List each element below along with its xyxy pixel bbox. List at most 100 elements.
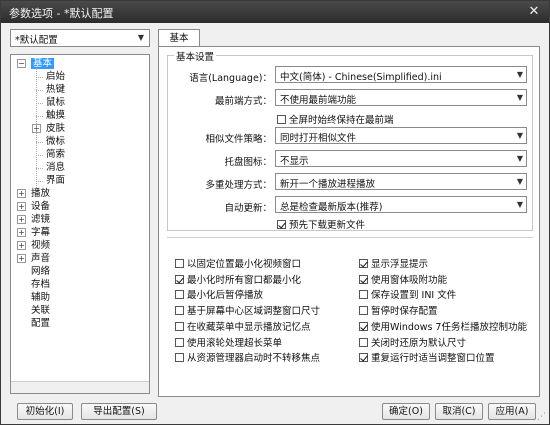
tree-item[interactable]: 鼠标 (46, 96, 65, 109)
option-label: 保存设置到 INI 文件 (371, 290, 457, 302)
apply-button[interactable]: 应用(A) (488, 403, 536, 420)
tree-connector (36, 116, 43, 117)
init-button[interactable]: 初始化(I) (17, 403, 73, 420)
option-checkbox[interactable]: 关闭时还原为默认尺寸 (359, 335, 466, 349)
tree-item-label: 关联 (31, 305, 51, 316)
option-label: 最小化时所有窗口都最小化 (187, 274, 302, 286)
tree-item[interactable]: 播放 (31, 187, 50, 200)
option-checkbox[interactable]: 基于屏幕中心区域调整窗口尺寸 (175, 303, 320, 317)
checkbox-box (277, 220, 286, 229)
tree-item[interactable]: 微标 (46, 135, 65, 148)
tree-item[interactable]: 触摸 (46, 109, 65, 122)
option-checkbox[interactable]: 最小化后暂停播放 (175, 287, 263, 301)
tree-item[interactable]: 声音 (31, 252, 50, 265)
tree-item[interactable]: 辅助 (31, 291, 50, 304)
profile-select[interactable]: *默认配置 ▼ (10, 29, 150, 47)
auto-update-select[interactable]: 总是检查最新版本(推荐) ▼ (275, 196, 527, 213)
expand-icon[interactable]: + (17, 254, 26, 263)
tree-connector (36, 90, 43, 91)
tree-item-label: 消息 (46, 162, 66, 173)
option-checkbox[interactable]: 重复运行时适当调整窗口位置 (359, 350, 495, 364)
chevron-down-icon: ▼ (516, 154, 523, 163)
tree-item[interactable]: 启始 (46, 70, 65, 83)
tab-panel-basic: 基本设置 语言(Language)： 中文(简体) - Chinese(Simp… (158, 46, 540, 397)
tree-item-label: 存档 (31, 279, 51, 290)
multi-process-select[interactable]: 新开一个播放进程播放 ▼ (275, 173, 527, 190)
tree-item[interactable]: 设备 (31, 200, 50, 213)
checkbox-box (277, 115, 286, 124)
tree-horizontal-scrollbar[interactable] (11, 381, 149, 393)
checkbox-box (359, 306, 368, 316)
export-config-button[interactable]: 导出配置(S) (81, 403, 157, 420)
expand-icon[interactable]: + (17, 189, 26, 198)
tray-icon-select-value: 不显示 (280, 156, 309, 167)
resize-grip-icon[interactable]: ⋰ (537, 412, 547, 422)
cancel-button[interactable]: 取消(C) (435, 403, 483, 420)
tree-item[interactable]: 存档 (31, 278, 50, 291)
option-label: 从资源管理器启动时不转移焦点 (187, 353, 321, 365)
tree-item[interactable]: 视频 (31, 239, 50, 252)
tree-connector (36, 77, 43, 78)
tree-item[interactable]: 关联 (31, 304, 50, 317)
basic-settings-group: 基本设置 语言(Language)： 中文(简体) - Chinese(Simp… (167, 49, 533, 231)
option-label: 重复运行时适当调整窗口位置 (371, 353, 495, 365)
tree-item[interactable]: 基本 (31, 57, 55, 70)
language-select[interactable]: 中文(简体) - Chinese(Simplified).ini ▼ (275, 66, 527, 83)
tree-connector (36, 103, 43, 104)
tree-item[interactable]: 网络 (31, 265, 50, 278)
close-button[interactable]: ✕ (523, 3, 545, 20)
expand-icon[interactable]: + (17, 241, 26, 250)
tray-icon-select[interactable]: 不显示 ▼ (275, 150, 527, 167)
tree-item-label: 网络 (31, 266, 51, 277)
auto-update-select-value: 总是检查最新版本(推荐) (280, 202, 383, 213)
option-checkbox[interactable]: 保存设置到 INI 文件 (359, 287, 456, 301)
checkbox-box (175, 274, 184, 284)
expand-icon[interactable]: + (17, 202, 26, 211)
option-checkbox[interactable]: 以固定位置最小化视频窗口 (175, 256, 301, 270)
tree-item-label: 基本 (31, 58, 55, 69)
tree-item-label: 简索 (46, 149, 66, 160)
tree-item-label: 字幕 (31, 227, 51, 238)
option-label: 基于屏幕中心区域调整窗口尺寸 (187, 306, 321, 318)
tree-item[interactable]: 滤镜 (31, 213, 50, 226)
chevron-down-icon: ▼ (137, 33, 145, 42)
option-checkbox[interactable]: 使用Windows 7任务栏播放控制功能 (359, 319, 527, 333)
tree-item[interactable]: 热键 (46, 83, 65, 96)
tree-item[interactable]: 配置 (31, 317, 50, 330)
expand-icon[interactable]: + (17, 215, 26, 224)
tree-item-label: 声音 (31, 253, 51, 264)
tree-item[interactable]: 皮肤 (46, 122, 65, 135)
option-label: 使用Windows 7任务栏播放控制功能 (371, 321, 527, 333)
topmost-mode-select[interactable]: 不使用最前端功能 ▼ (275, 89, 527, 106)
title-bar[interactable]: 参数选项 - *默认配置 ✕ (1, 1, 549, 23)
tree-connector (36, 142, 43, 143)
ok-button[interactable]: 确定(O) (382, 403, 430, 420)
option-checkbox[interactable]: 显示浮显提示 (359, 256, 428, 270)
similar-file-select-value: 同时打开相似文件 (280, 133, 357, 144)
option-checkbox[interactable]: 最小化时所有窗口都最小化 (175, 272, 301, 286)
expand-icon[interactable]: + (17, 228, 26, 237)
group-title: 基本设置 (174, 49, 217, 63)
fullscreen-topmost-checkbox[interactable]: 全屏时始终保持在最前端 (277, 112, 394, 126)
checkbox-box (175, 259, 184, 268)
option-checkbox[interactable]: 从资源管理器启动时不转移焦点 (175, 350, 320, 364)
similar-file-select[interactable]: 同时打开相似文件 ▼ (275, 127, 527, 144)
checkbox-box (175, 353, 184, 363)
tree-item[interactable]: 界面 (46, 174, 65, 187)
tree-item[interactable]: 消息 (46, 161, 65, 174)
multi-process-label: 多重处理方式： (205, 180, 272, 191)
tree-item[interactable]: 简索 (46, 148, 65, 161)
option-checkbox[interactable]: 在收藏菜单中显示播放记忆点 (175, 319, 311, 333)
option-checkbox[interactable]: 使用窗体吸附功能 (359, 272, 447, 286)
collapse-icon[interactable]: − (17, 59, 26, 68)
option-checkbox[interactable]: 使用滚轮处理超长菜单 (175, 335, 282, 349)
tree-item[interactable]: 字幕 (31, 226, 50, 239)
auto-update-label: 自动更新： (224, 203, 272, 214)
dialog-client: *默认配置 ▼ 基本 − 启始 热键 鼠标 触摸 皮肤 + 微标 简索 消息 界面 播放 + 设备 + 滤镜 + 字… (1, 23, 549, 424)
checkbox-box (359, 259, 368, 268)
tab-basic[interactable]: 基本 (158, 29, 200, 47)
option-checkbox[interactable]: 暂停时保存配置 (359, 303, 438, 317)
predownload-checkbox[interactable]: 预先下载更新文件 (277, 217, 365, 231)
window-title: 参数选项 - *默认配置 (9, 7, 114, 20)
separator (167, 237, 533, 238)
